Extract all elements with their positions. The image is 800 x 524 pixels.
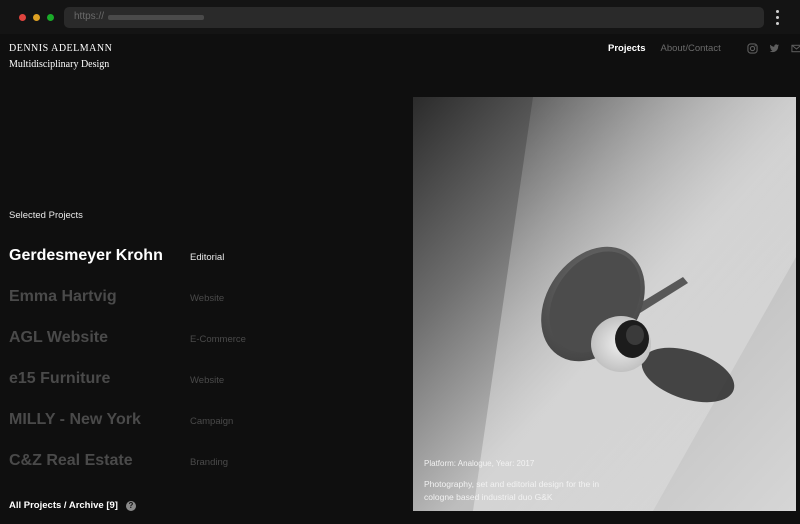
- project-row[interactable]: e15 Furniture Website: [9, 370, 389, 400]
- url-redacted: [108, 15, 204, 20]
- project-row[interactable]: C&Z Real Estate Branding: [9, 452, 389, 482]
- product-photo: [413, 97, 796, 511]
- project-row[interactable]: AGL Website E-Commerce: [9, 329, 389, 359]
- brand-tagline: Multidisciplinary Design: [9, 59, 110, 70]
- project-category: Campaign: [190, 416, 234, 427]
- nav-projects-link[interactable]: Projects: [608, 43, 646, 54]
- project-title: AGL Website: [9, 329, 108, 346]
- archive-row: All Projects / Archive [9] ?: [9, 500, 136, 511]
- window-close-button[interactable]: [19, 14, 26, 21]
- nav-about-link[interactable]: About/Contact: [661, 43, 721, 54]
- project-preview-image[interactable]: [413, 97, 796, 511]
- project-meta: Platform: Analogue, Year: 2017: [424, 459, 535, 468]
- twitter-icon[interactable]: [769, 43, 780, 54]
- project-title: e15 Furniture: [9, 370, 111, 387]
- kebab-menu-icon[interactable]: [776, 10, 780, 26]
- brand[interactable]: DENNIS ADELMANN Multidisciplinary Design: [9, 43, 112, 70]
- project-title: Emma Hartvig: [9, 288, 117, 305]
- project-title: C&Z Real Estate: [9, 452, 133, 469]
- mail-icon[interactable]: [791, 43, 800, 54]
- project-category: Branding: [190, 457, 229, 468]
- project-category: Website: [190, 375, 225, 386]
- project-row[interactable]: Gerdesmeyer Krohn Editorial: [9, 247, 389, 277]
- address-bar[interactable]: https://: [64, 7, 764, 28]
- project-category: E-Commerce: [190, 334, 246, 345]
- project-description: Photography, set and editorial design fo…: [424, 479, 600, 502]
- project-category: Editorial: [190, 252, 225, 263]
- window-maximize-button[interactable]: [47, 14, 54, 21]
- project-row[interactable]: MILLY - New York Campaign: [9, 411, 389, 441]
- main-nav: Projects About/Contact: [608, 43, 800, 54]
- project-category: Website: [190, 293, 225, 304]
- url-prefix: https://: [74, 11, 105, 22]
- instagram-icon[interactable]: [747, 43, 758, 54]
- brand-name: DENNIS ADELMANN: [9, 43, 113, 54]
- section-label: Selected Projects: [9, 210, 83, 221]
- browser-toolbar: https://: [0, 0, 800, 34]
- project-title: MILLY - New York: [9, 411, 141, 428]
- project-row[interactable]: Emma Hartvig Website: [9, 288, 389, 318]
- archive-link[interactable]: All Projects / Archive [9]: [9, 500, 118, 511]
- window-minimize-button[interactable]: [33, 14, 40, 21]
- help-icon[interactable]: ?: [125, 500, 136, 511]
- project-title: Gerdesmeyer Krohn: [9, 247, 163, 264]
